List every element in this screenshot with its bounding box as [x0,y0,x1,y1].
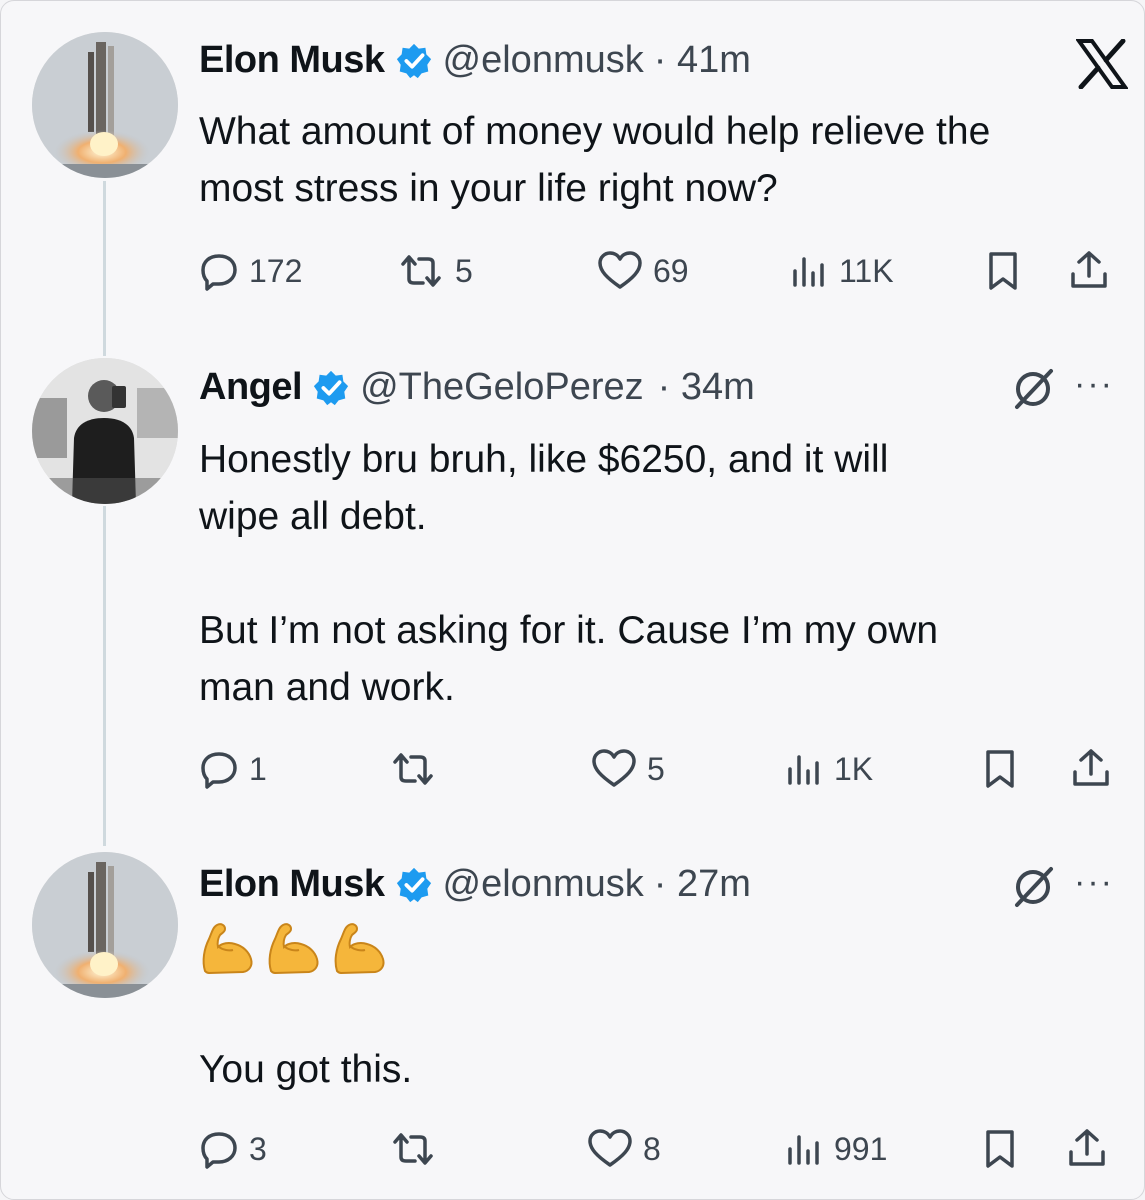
x-logo-icon[interactable] [1075,38,1129,94]
reply-button[interactable]: 1 [199,739,267,799]
tweet-actions: 3 8 991 [199,1119,1119,1179]
reply-button[interactable]: 172 [199,241,302,301]
tweet-time[interactable]: · 34m [658,366,755,409]
repost-button[interactable]: 5 [397,241,473,301]
repost-icon [401,255,441,287]
views-icon [788,1135,819,1165]
tweet-time[interactable]: · 27m [654,863,751,906]
reply-count: 172 [249,252,303,289]
verified-badge-icon [396,867,431,902]
like-button[interactable]: 69 [597,241,689,301]
more-icon[interactable]: ··· [1074,365,1114,404]
tweet-time[interactable]: · 41m [654,39,751,82]
like-count: 8 [643,1130,661,1167]
bookmark-button[interactable] [984,1119,1026,1179]
bookmark-icon [986,750,1014,788]
tweet-actions: 172 5 69 11K [199,241,1119,301]
more-icon[interactable]: ··· [1074,863,1114,902]
author-handle[interactable]: @TheGeloPerez [360,366,644,409]
bookmark-button[interactable] [987,241,1029,301]
views-button[interactable]: 991 [784,1119,887,1179]
share-button[interactable] [1067,1119,1117,1179]
author-name[interactable]: Elon Musk [199,39,385,82]
like-button[interactable]: 5 [591,739,665,799]
repost-button[interactable] [389,1119,447,1179]
tweet-text: What amount of money would help relieve … [199,110,991,210]
bookmark-icon [986,1130,1014,1168]
reply-count: 3 [249,1130,267,1167]
reply-icon [201,752,237,789]
views-icon [793,257,824,287]
thread-connector [103,506,106,846]
tweet-text: You got this. [199,1048,413,1091]
tweet-actions: 1 5 1K [199,739,1119,799]
bookmark-icon [989,252,1017,290]
flexed-biceps-icon [334,923,385,975]
avatar[interactable] [32,32,178,178]
share-icon [1069,1129,1105,1166]
repost-button[interactable] [389,739,447,799]
emoji-row [199,921,387,975]
reply-count: 1 [249,750,267,787]
views-icon [788,755,819,785]
tweet-text: Honestly bru bruh, like $6250, and it wi… [199,438,939,709]
views-count: 1K [834,750,874,787]
views-button[interactable]: 1K [784,739,873,799]
share-icon [1071,251,1107,288]
repost-icon [393,753,433,785]
repost-count: 5 [455,252,473,289]
verified-badge-icon [313,370,349,405]
like-icon [592,749,636,787]
tweet-header: Elon Musk @elonmusk · 41m [199,39,751,82]
like-count: 69 [653,252,689,289]
views-count: 991 [834,1130,888,1167]
reply-button[interactable]: 3 [199,1119,267,1179]
thread-connector [103,181,106,356]
author-name[interactable]: Angel [199,366,303,409]
tweet-header: Elon Musk @elonmusk · 27m [199,863,751,906]
grok-icon[interactable] [1011,365,1057,416]
views-count: 11K [839,252,894,289]
like-count: 5 [647,750,665,787]
like-icon [598,251,642,289]
flexed-biceps-icon [268,923,319,975]
bookmark-button[interactable] [984,739,1026,799]
share-button[interactable] [1069,241,1119,301]
tweet-header: Angel @TheGeloPerez · 34m [199,366,755,409]
verified-badge-icon [396,43,431,78]
author-handle[interactable]: @elonmusk [443,39,644,82]
tweet-thread: Elon Musk @elonmusk · 41m What amount of… [0,0,1145,1200]
views-button[interactable]: 11K [789,241,894,301]
author-name[interactable]: Elon Musk [199,863,385,906]
reply-icon [201,1132,237,1169]
share-button[interactable] [1071,739,1121,799]
author-handle[interactable]: @elonmusk [443,863,644,906]
share-icon [1073,749,1109,786]
like-button[interactable]: 8 [587,1119,661,1179]
avatar[interactable] [32,358,178,504]
grok-icon[interactable] [1011,863,1057,914]
reply-icon [201,254,237,291]
avatar[interactable] [32,852,178,998]
flexed-biceps-icon [202,923,253,975]
repost-icon [393,1133,433,1165]
like-icon [588,1129,632,1167]
